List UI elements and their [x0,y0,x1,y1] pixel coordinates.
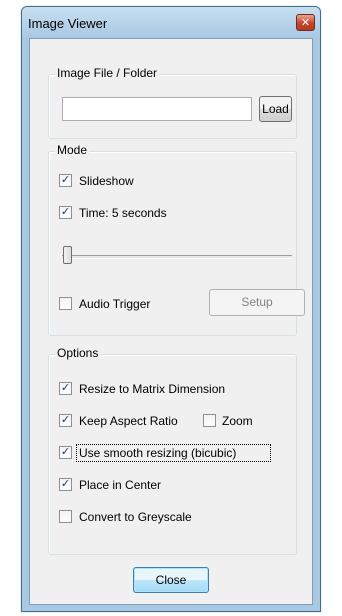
check-icon: ✓ [60,205,71,218]
options-group: Options ✓ Resize to Matrix Dimension ✓ K… [48,346,297,555]
keep-aspect-label: Keep Aspect Ratio [79,414,178,428]
check-icon: ✓ [60,413,71,426]
greyscale-checkbox[interactable] [59,510,72,523]
check-icon: ✓ [60,477,71,490]
file-group: Image File / Folder Load [48,66,297,139]
audio-trigger-checkbox[interactable] [59,297,72,310]
close-button[interactable]: Close [133,567,209,593]
check-icon: ✓ [60,173,71,186]
load-button[interactable]: Load [259,96,292,122]
check-icon: ✓ [60,445,71,458]
zoom-checkbox[interactable] [203,414,216,427]
dialog-client-area: Image File / Folder Load Mode ✓ Slidesho… [29,38,313,605]
window-title: Image Viewer [28,16,108,31]
window-close-icon[interactable]: ✕ [296,14,315,31]
smooth-resize-checkbox[interactable]: ✓ [59,445,72,459]
audio-trigger-label: Audio Trigger [79,297,151,311]
resize-matrix-label: Resize to Matrix Dimension [79,382,226,396]
mode-group: Mode ✓ Slideshow ✓ Time: 5 seconds Audio… [48,143,305,336]
place-center-checkbox[interactable]: ✓ [59,477,72,491]
image-path-input[interactable] [62,97,252,121]
time-checkbox[interactable]: ✓ [59,205,72,219]
title-bar[interactable]: Image Viewer ✕ [22,7,320,38]
check-icon: ✓ [60,381,71,394]
zoom-label: Zoom [222,414,253,428]
slideshow-label: Slideshow [79,174,134,188]
mode-group-legend: Mode [55,143,90,157]
time-slider-track[interactable] [62,255,292,259]
setup-button[interactable]: Setup [209,289,305,316]
place-center-label: Place in Center [79,478,162,492]
options-group-legend: Options [55,346,101,360]
keep-aspect-checkbox[interactable]: ✓ [59,413,72,427]
smooth-resize-label: Use smooth resizing (bicubic) [79,446,237,460]
resize-matrix-checkbox[interactable]: ✓ [59,381,72,395]
image-viewer-window: Image Viewer ✕ Image File / Folder Load … [21,6,321,612]
slideshow-checkbox[interactable]: ✓ [59,173,72,187]
file-group-legend: Image File / Folder [55,66,160,80]
time-label: Time: 5 seconds [79,206,167,220]
time-slider-thumb[interactable] [63,246,72,264]
greyscale-label: Convert to Greyscale [79,510,192,524]
